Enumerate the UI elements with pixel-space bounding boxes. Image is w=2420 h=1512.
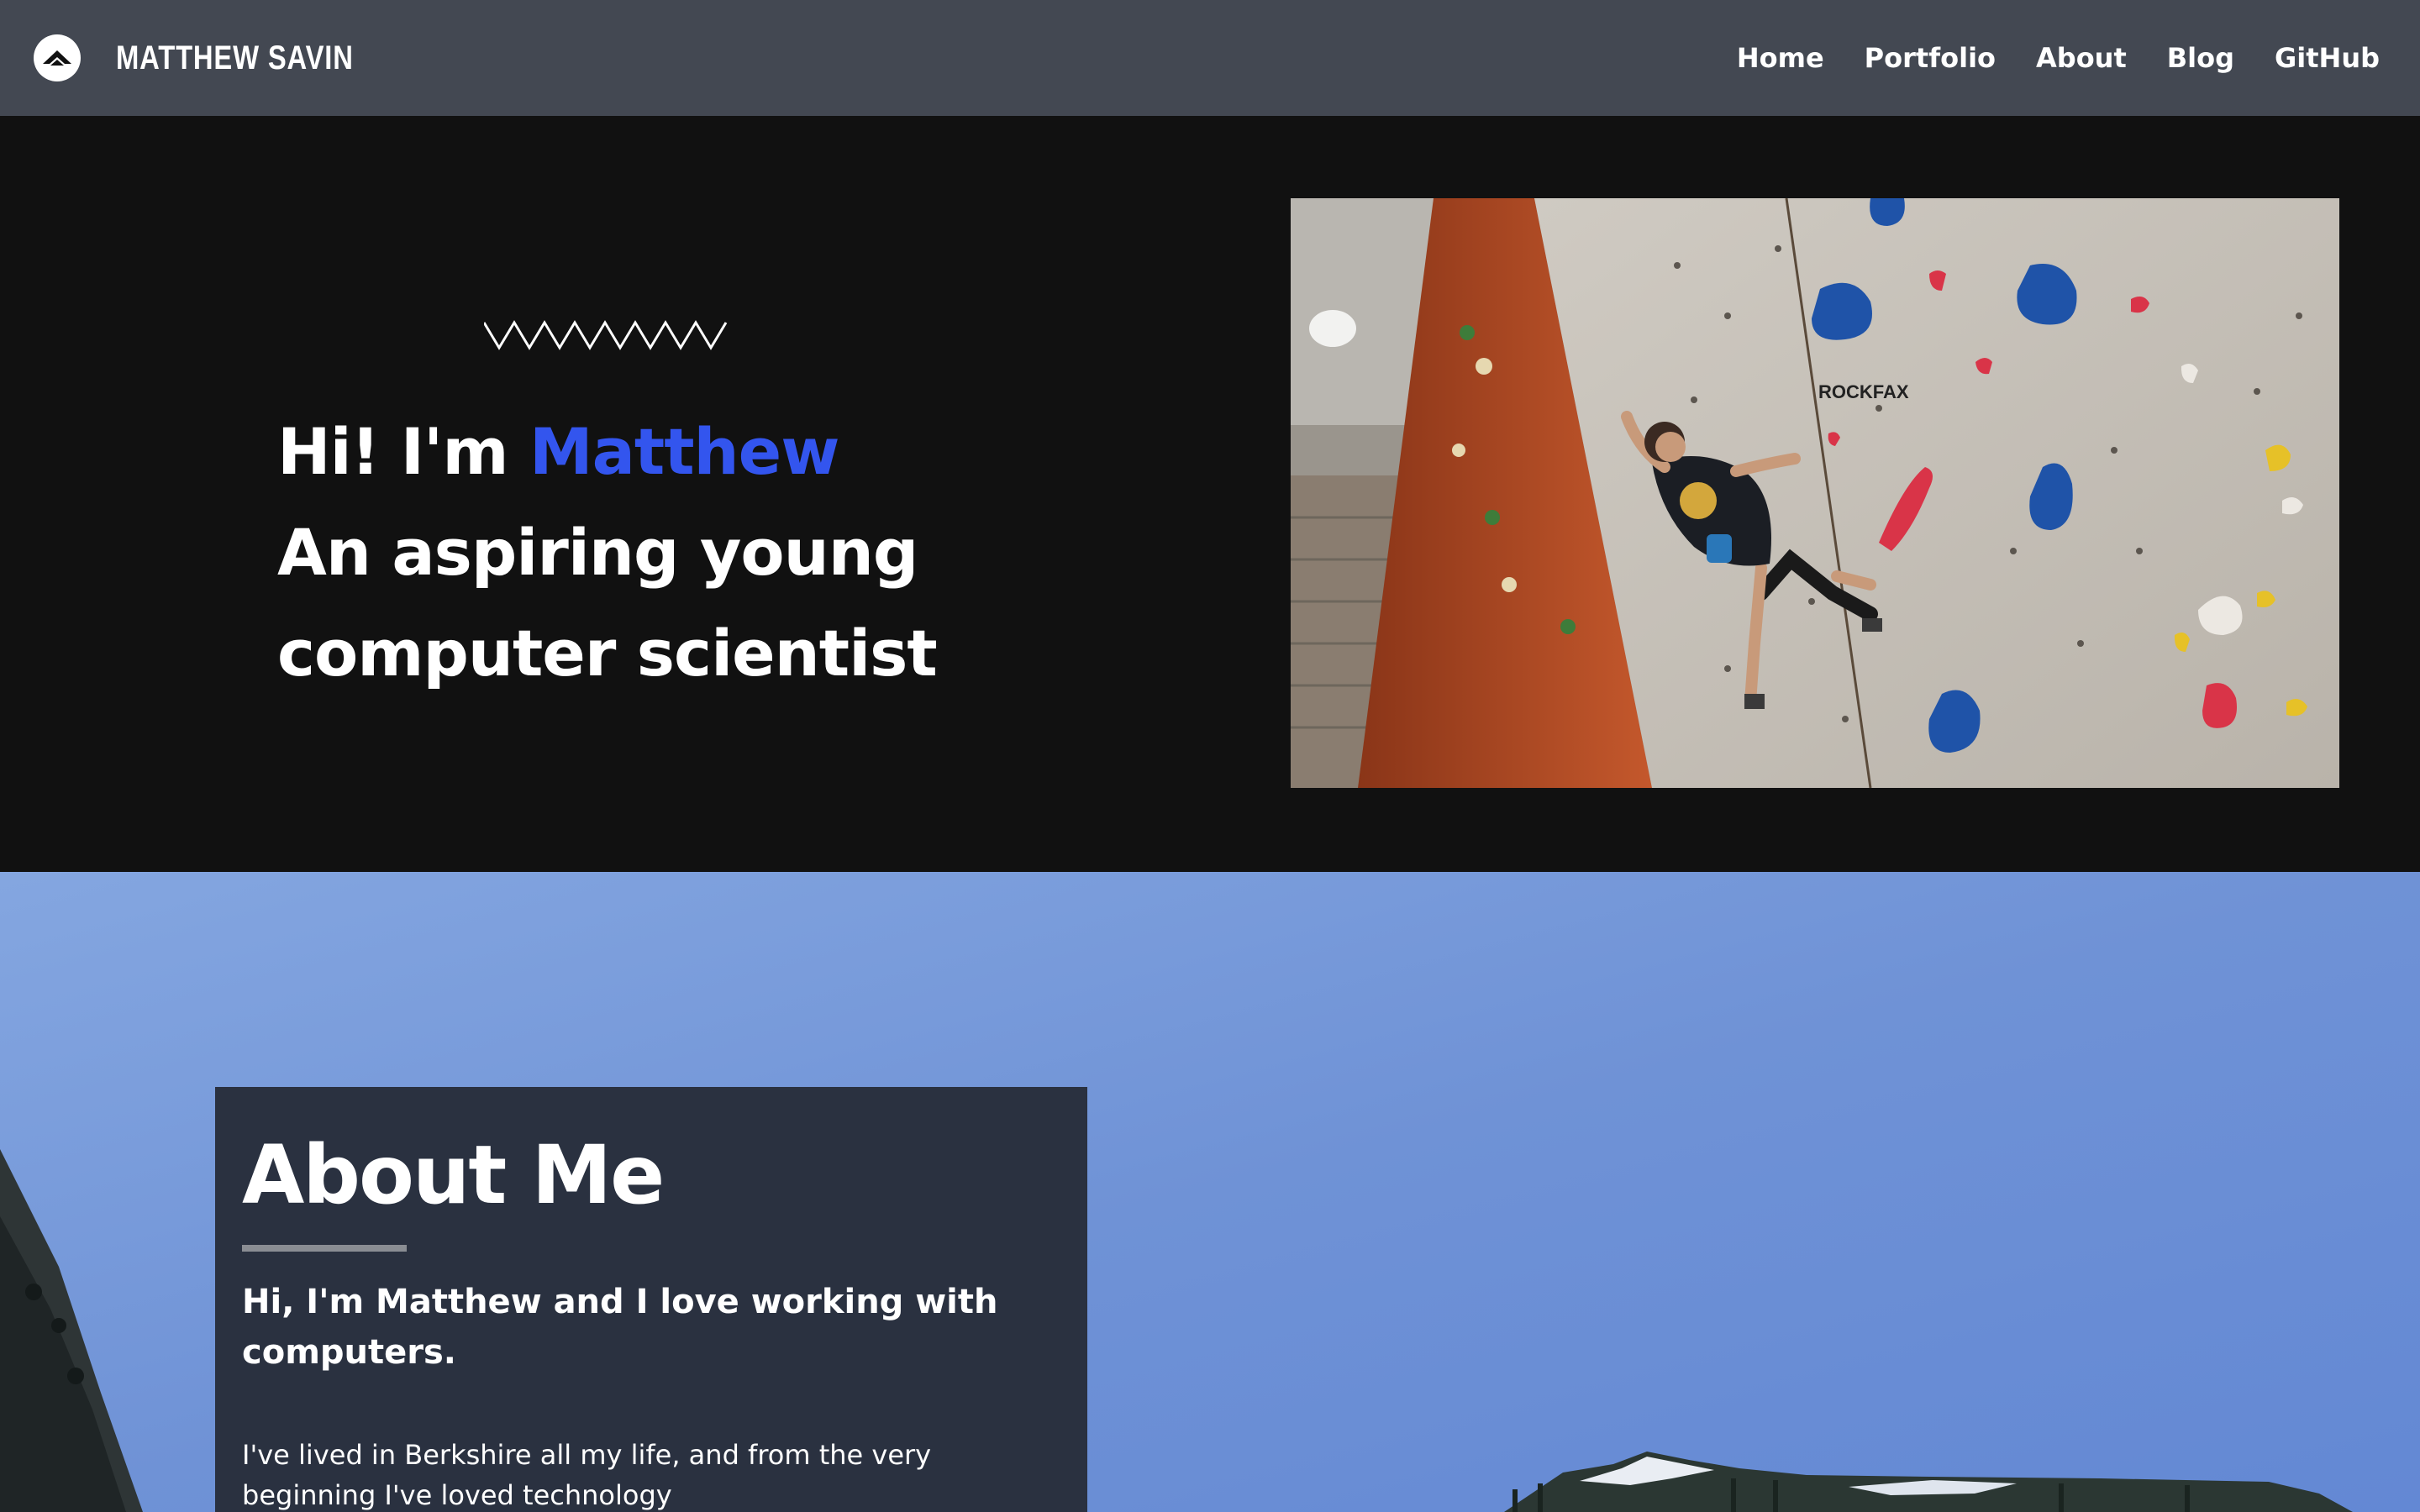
mountain-logo-icon[interactable] [34, 34, 81, 81]
top-navbar: MATTHEW SAVIN Home Portfolio About Blog … [0, 0, 2420, 116]
hero-line-3: computer scientist [277, 616, 938, 690]
nav-link-about[interactable]: About [2036, 42, 2127, 74]
hero-greeting: Hi! I'm [277, 414, 529, 489]
about-section: About Me Hi, I'm Matthew and I love work… [0, 872, 2420, 1512]
hero-line-2: An aspiring young [277, 515, 918, 590]
hero-section: Hi! I'm Matthew An aspiring young comput… [0, 116, 2420, 872]
nav-link-blog[interactable]: Blog [2167, 42, 2234, 74]
main-nav: Home Portfolio About Blog GitHub [1737, 42, 2380, 74]
nav-link-github[interactable]: GitHub [2275, 42, 2380, 74]
about-title: About Me [242, 1128, 665, 1222]
hero-headline: Hi! I'm Matthew An aspiring young comput… [277, 402, 938, 704]
hero-name: Matthew [529, 414, 839, 489]
brand[interactable]: MATTHEW SAVIN [34, 34, 406, 81]
climbing-wall-photo: ROCKFAX [1291, 198, 2339, 788]
brand-name[interactable]: MATTHEW SAVIN [116, 39, 354, 77]
about-body: I've lived in Berkshire all my life, and… [242, 1439, 932, 1511]
about-lead: Hi, I'm Matthew and I love working with … [242, 1283, 998, 1372]
zigzag-decoration [484, 320, 728, 350]
about-card: About Me Hi, I'm Matthew and I love work… [215, 1087, 1087, 1512]
title-underline [242, 1245, 407, 1252]
hero-line-1: Hi! I'm Matthew [277, 402, 937, 502]
nav-link-portfolio[interactable]: Portfolio [1865, 42, 1996, 74]
svg-text:ROCKFAX: ROCKFAX [1818, 381, 1909, 402]
nav-link-home[interactable]: Home [1737, 42, 1824, 74]
